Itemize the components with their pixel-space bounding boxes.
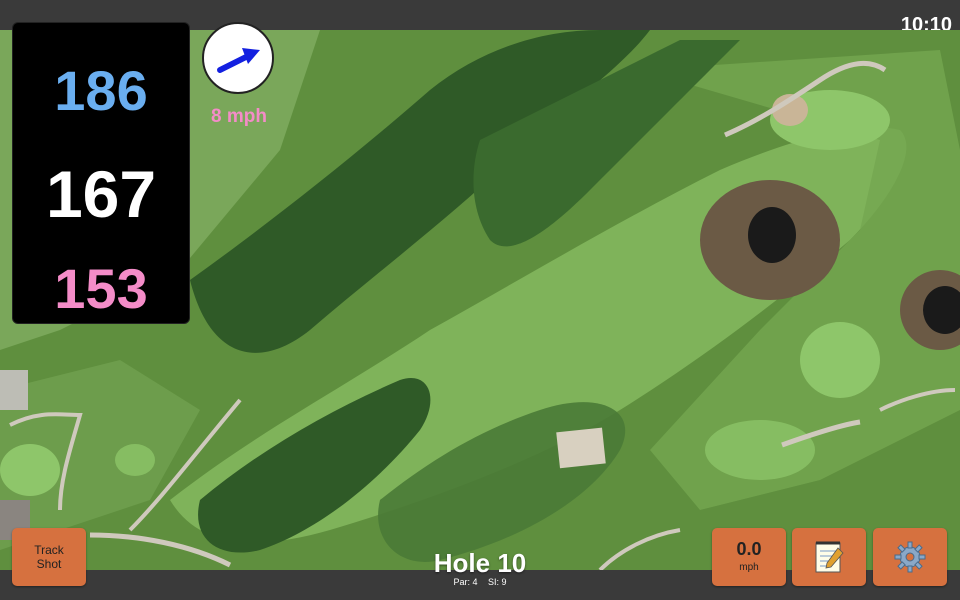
settings-button[interactable]	[873, 528, 947, 586]
track-shot-label-line1: Track	[34, 543, 64, 557]
wind-indicator[interactable]	[202, 22, 274, 94]
front-distance: 153	[54, 257, 148, 320]
speed-unit: mph	[739, 562, 759, 573]
hole-stroke-index: SI: 9	[488, 577, 507, 587]
track-shot-button[interactable]: Track Shot	[12, 528, 86, 586]
hole-par: Par: 4	[453, 577, 478, 587]
hole-info: Par: 4 SI: 9	[380, 577, 580, 587]
notes-button[interactable]	[792, 528, 866, 586]
speed-button[interactable]: 0.0 mph	[712, 528, 786, 586]
middle-distance: 167	[45, 157, 157, 231]
wind-speed-label: 8 mph	[211, 106, 267, 127]
distance-panel: 186 167 153	[12, 22, 190, 324]
arrow-right-up-icon	[217, 48, 260, 73]
track-shot-label-line2: Shot	[36, 557, 62, 571]
gear-icon	[894, 541, 926, 573]
speed-value: 0.0	[736, 539, 762, 559]
notepad-icon	[815, 541, 844, 573]
hole-title: Hole 10	[433, 548, 527, 578]
back-distance: 186	[54, 59, 148, 122]
